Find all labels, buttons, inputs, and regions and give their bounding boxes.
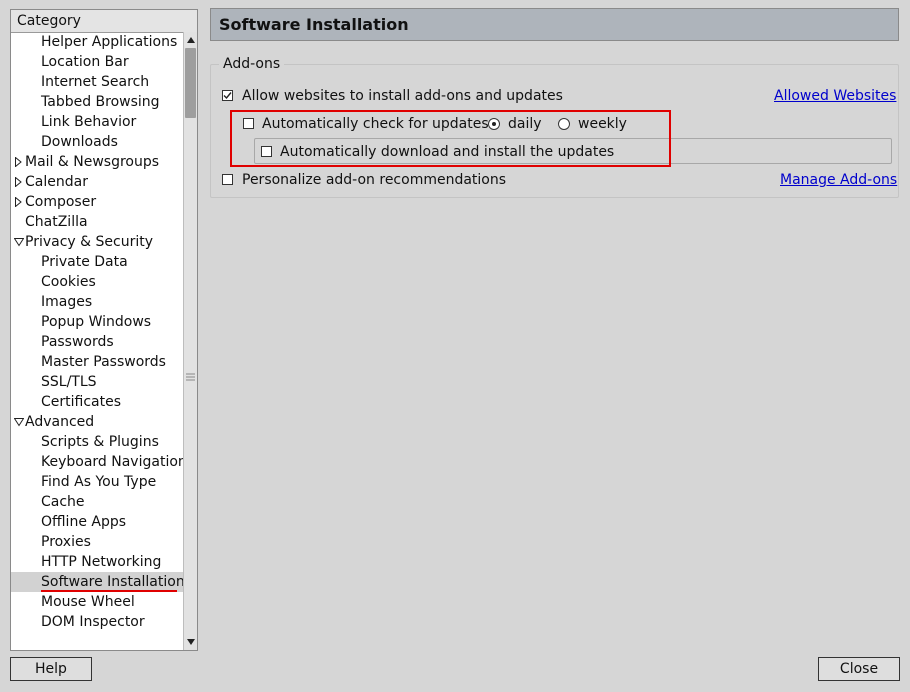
sidebar-item-label: Master Passwords (41, 354, 166, 370)
sidebar-item-label: Calendar (25, 174, 88, 190)
twisty-collapsed-icon[interactable] (14, 157, 22, 167)
allowed-websites-link[interactable]: Allowed Websites (774, 86, 896, 106)
sidebar-item[interactable]: Popup Windows (11, 312, 184, 332)
sidebar-item-label: DOM Inspector (41, 614, 145, 630)
sidebar-item-label: Software Installation (41, 574, 184, 590)
sidebar-item-label: Private Data (41, 254, 128, 270)
twisty-expanded-icon[interactable] (14, 237, 24, 247)
sidebar-item[interactable]: Mouse Wheel (11, 592, 184, 612)
highlight-box (230, 110, 671, 167)
sidebar-item-label: Downloads (41, 134, 118, 150)
sidebar-item[interactable]: Find As You Type (11, 472, 184, 492)
sidebar-item[interactable]: ChatZilla (11, 212, 184, 232)
scrollbar-thumb[interactable] (185, 48, 196, 118)
sidebar-item[interactable]: Advanced (11, 412, 184, 432)
sidebar-item-label: Internet Search (41, 74, 150, 90)
sidebar-item-label: Tabbed Browsing (41, 94, 160, 110)
twisty-collapsed-icon[interactable] (14, 177, 22, 187)
help-button[interactable]: Help (10, 657, 92, 681)
sidebar-item-label: Popup Windows (41, 314, 152, 330)
allow-install-checkbox[interactable] (222, 90, 233, 101)
vertical-scrollbar[interactable] (183, 32, 197, 650)
sidebar-item[interactable]: Passwords (11, 332, 184, 352)
allow-install-row[interactable]: Allow websites to install add-ons and up… (222, 86, 742, 106)
sidebar-item[interactable]: Helper Applications (11, 32, 184, 52)
sidebar-item[interactable]: Mail & Newsgroups (11, 152, 184, 172)
personalize-label[interactable]: Personalize add-on recommendations (242, 170, 506, 190)
sidebar-item-label: Helper Applications (41, 34, 178, 50)
sidebar-item[interactable]: Certificates (11, 392, 184, 412)
sidebar-item-label: Scripts & Plugins (41, 434, 159, 450)
sidebar-item-label: HTTP Networking (41, 554, 162, 570)
sidebar-item-label: Privacy & Security (25, 234, 153, 250)
sidebar-item[interactable]: Tabbed Browsing (11, 92, 184, 112)
sidebar-item-label: Mail & Newsgroups (25, 154, 160, 170)
scrollbar-grip-icon (186, 370, 195, 381)
scroll-up-arrow-icon[interactable] (185, 33, 197, 47)
sidebar-item-label: Link Behavior (41, 114, 137, 130)
twisty-expanded-icon[interactable] (14, 417, 24, 427)
sidebar-item-label: Cache (41, 494, 85, 510)
sidebar-item[interactable]: Internet Search (11, 72, 184, 92)
sidebar-item-label: Location Bar (41, 54, 129, 70)
sidebar-item-label: Find As You Type (41, 474, 157, 490)
sidebar-item[interactable]: Scripts & Plugins (11, 432, 184, 452)
sidebar-item-label: Advanced (25, 414, 95, 430)
sidebar-item[interactable]: DOM Inspector (11, 612, 184, 632)
page-title: Software Installation (210, 8, 899, 41)
sidebar-item-label: Cookies (41, 274, 96, 290)
category-list[interactable]: Helper Applications Location Bar Internet … (11, 32, 184, 650)
sidebar-item[interactable]: Images (11, 292, 184, 312)
sidebar-item[interactable]: Downloads (11, 132, 184, 152)
personalize-row[interactable]: Personalize add-on recommendations (222, 170, 522, 190)
twisty-collapsed-icon[interactable] (14, 197, 22, 207)
close-button[interactable]: Close (818, 657, 900, 681)
sidebar-item-label: ChatZilla (25, 214, 88, 230)
sidebar-item[interactable]: Software Installation (11, 572, 184, 592)
sidebar-item[interactable]: Master Passwords (11, 352, 184, 372)
sidebar-item[interactable]: Link Behavior (11, 112, 184, 132)
sidebar-item[interactable]: Proxies (11, 532, 184, 552)
sidebar-item[interactable]: HTTP Networking (11, 552, 184, 572)
sidebar-item-label: Passwords (41, 334, 114, 350)
sidebar-item-label: Images (41, 294, 93, 310)
sidebar-item[interactable]: Offline Apps (11, 512, 184, 532)
addons-group-caption: Add-ons (219, 55, 285, 73)
sidebar-item[interactable]: Private Data (11, 252, 184, 272)
sidebar-item-label: SSL/TLS (41, 374, 97, 390)
sidebar-item-label: Composer (25, 194, 97, 210)
sidebar-item[interactable]: Privacy & Security (11, 232, 184, 252)
allow-install-label[interactable]: Allow websites to install add-ons and up… (242, 86, 563, 106)
sidebar-item[interactable]: Calendar (11, 172, 184, 192)
sidebar-item-label: Proxies (41, 534, 91, 550)
manage-addons-link[interactable]: Manage Add-ons (780, 170, 897, 190)
sidebar-item[interactable]: Cache (11, 492, 184, 512)
sidebar-item-label: Mouse Wheel (41, 594, 135, 610)
category-tree[interactable]: Category Helper Applications Location Bar… (10, 9, 198, 651)
sidebar-item[interactable]: SSL/TLS (11, 372, 184, 392)
sidebar-item[interactable]: Location Bar (11, 52, 184, 72)
sidebar-item[interactable]: Cookies (11, 272, 184, 292)
sidebar-item-label: Certificates (41, 394, 122, 410)
scroll-down-arrow-icon[interactable] (185, 635, 197, 649)
category-column-header[interactable]: Category (11, 10, 197, 33)
sidebar-item[interactable]: Keyboard Navigation (11, 452, 184, 472)
sidebar-item-label: Offline Apps (41, 514, 127, 530)
sidebar-item[interactable]: Composer (11, 192, 184, 212)
sidebar-item-label: Keyboard Navigation (41, 454, 184, 470)
personalize-checkbox[interactable] (222, 174, 233, 185)
